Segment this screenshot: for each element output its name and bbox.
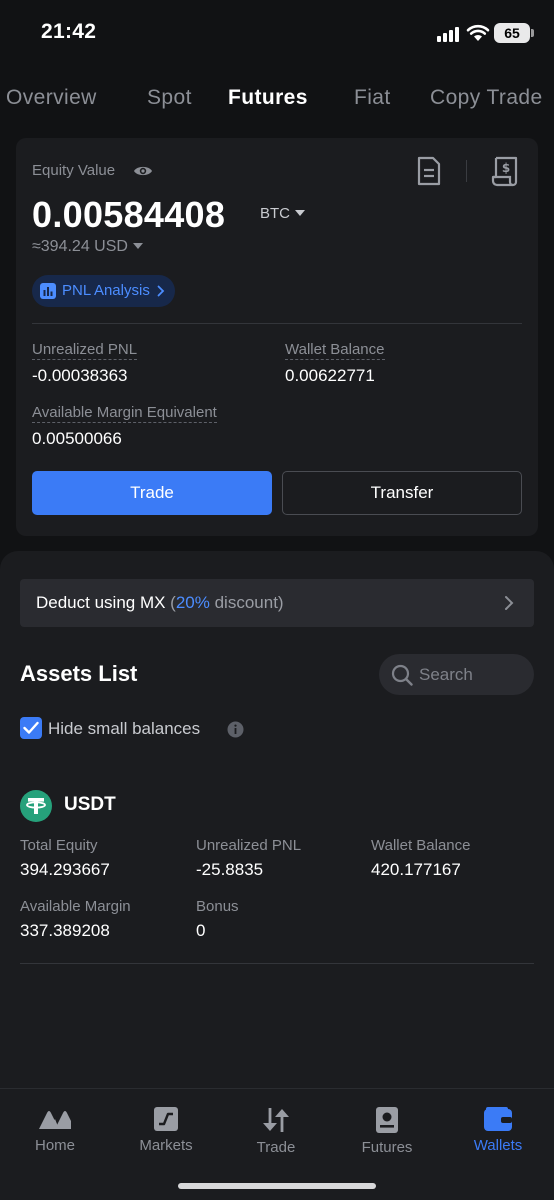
nav-markets-label: Markets (139, 1137, 193, 1154)
equity-unit-selector[interactable]: BTC (260, 205, 305, 222)
status-time: 21:42 (41, 20, 97, 43)
chevron-right-icon (157, 285, 165, 297)
svg-text:$: $ (502, 161, 510, 175)
tab-futures[interactable]: Futures (228, 86, 308, 110)
equity-usd-selector[interactable]: ≈394.24 USD (32, 238, 143, 256)
wallet-balance-value: 0.00622771 (285, 366, 375, 385)
checkmark-icon (23, 721, 39, 734)
battery-indicator: 65 (494, 23, 530, 43)
asset-symbol[interactable]: USDT (64, 794, 116, 816)
equity-usd-value: ≈394.24 USD (32, 238, 128, 255)
eye-icon[interactable] (133, 163, 153, 179)
bar-chart-icon (40, 283, 56, 299)
asset-divider (20, 963, 534, 964)
available-margin-label[interactable]: Available Margin Equivalent (32, 404, 217, 423)
info-icon[interactable] (227, 721, 244, 738)
home-icon (39, 1111, 71, 1129)
card-divider (32, 323, 522, 324)
bill-icon[interactable]: $ (490, 155, 520, 187)
deduct-mx-banner[interactable]: Deduct using MX (20% discount) (20, 579, 534, 627)
battery-tip (531, 29, 534, 37)
bonus-value: 0 (196, 921, 206, 940)
search-box[interactable] (379, 654, 534, 695)
asset-available-margin-label: Available Margin (20, 898, 131, 915)
pnl-analysis-label: PNL Analysis (62, 282, 150, 299)
markets-icon (154, 1107, 178, 1131)
wifi-icon (466, 24, 490, 41)
assets-list-title: Assets List (20, 661, 138, 686)
nav-futures-label: Futures (361, 1139, 413, 1156)
home-indicator[interactable] (178, 1183, 376, 1189)
total-equity-label: Total Equity (20, 837, 98, 854)
wallet-tabs: Overview Spot Futures Fiat Copy Trade (0, 86, 554, 118)
nav-home-label: Home (34, 1137, 75, 1154)
equity-value-label: Equity Value (32, 162, 116, 179)
nav-wallets-label: Wallets (473, 1137, 523, 1154)
cellular-signal-icon (437, 26, 463, 42)
available-margin-value: 0.00500066 (32, 429, 122, 448)
equity-unit: BTC (260, 205, 290, 222)
tab-fiat[interactable]: Fiat (354, 86, 391, 110)
caret-down-icon (132, 243, 143, 249)
chevron-right-icon (505, 596, 514, 610)
nav-futures[interactable]: Futures (342, 1107, 432, 1156)
trade-icon (263, 1108, 289, 1132)
caret-down-icon (295, 210, 305, 216)
icon-divider (466, 160, 467, 182)
unrealized-pnl-label[interactable]: Unrealized PNL (32, 341, 138, 360)
futures-icon (376, 1107, 398, 1133)
status-bar: 21:42 65 (0, 0, 554, 66)
equity-value: 0.00584408 (32, 194, 226, 235)
tab-spot[interactable]: Spot (147, 86, 192, 110)
asset-available-margin-value: 337.389208 (20, 921, 110, 940)
document-icon[interactable] (416, 156, 442, 186)
usdt-icon (20, 790, 52, 822)
deduct-text: Deduct using MX (20% discount) (36, 593, 284, 613)
hide-small-balances-checkbox[interactable] (20, 717, 42, 739)
pnl-analysis-button[interactable]: PNL Analysis (32, 275, 175, 307)
transfer-button[interactable]: Transfer (282, 471, 522, 515)
nav-trade[interactable]: Trade (231, 1107, 321, 1156)
asset-unrealized-pnl-label: Unrealized PNL (196, 837, 302, 854)
deduct-discount: 20% (175, 593, 210, 612)
total-equity-value: 394.293667 (20, 860, 110, 879)
trade-button[interactable]: Trade (32, 471, 272, 515)
wallet-balance-label[interactable]: Wallet Balance (285, 341, 385, 360)
unrealized-pnl-value: -0.00038363 (32, 366, 128, 385)
tab-overview[interactable]: Overview (6, 86, 97, 110)
nav-wallets[interactable]: Wallets (453, 1107, 543, 1154)
deduct-open-paren: ( (165, 593, 176, 612)
deduct-suffix: discount) (209, 593, 284, 612)
asset-unrealized-pnl-value: -25.8835 (196, 860, 264, 879)
bonus-label: Bonus (196, 898, 239, 915)
wallet-icon (484, 1107, 512, 1131)
hide-small-balances-label[interactable]: Hide small balances (48, 719, 200, 739)
tab-copy-trade[interactable]: Copy Trade (430, 86, 543, 110)
deduct-prefix: Deduct using MX (36, 593, 166, 612)
nav-home[interactable]: Home (10, 1107, 100, 1154)
asset-wallet-balance-label: Wallet Balance (371, 837, 471, 854)
equity-card: Equity Value $ 0.00584408 BTC ≈394.24 US… (16, 138, 538, 536)
nav-trade-label: Trade (256, 1139, 296, 1156)
search-icon (391, 664, 413, 686)
search-input[interactable] (419, 654, 524, 695)
assets-sheet: Deduct using MX (20% discount) Assets Li… (0, 551, 554, 1100)
nav-markets[interactable]: Markets (121, 1107, 211, 1154)
asset-wallet-balance-value: 420.177167 (371, 860, 461, 879)
